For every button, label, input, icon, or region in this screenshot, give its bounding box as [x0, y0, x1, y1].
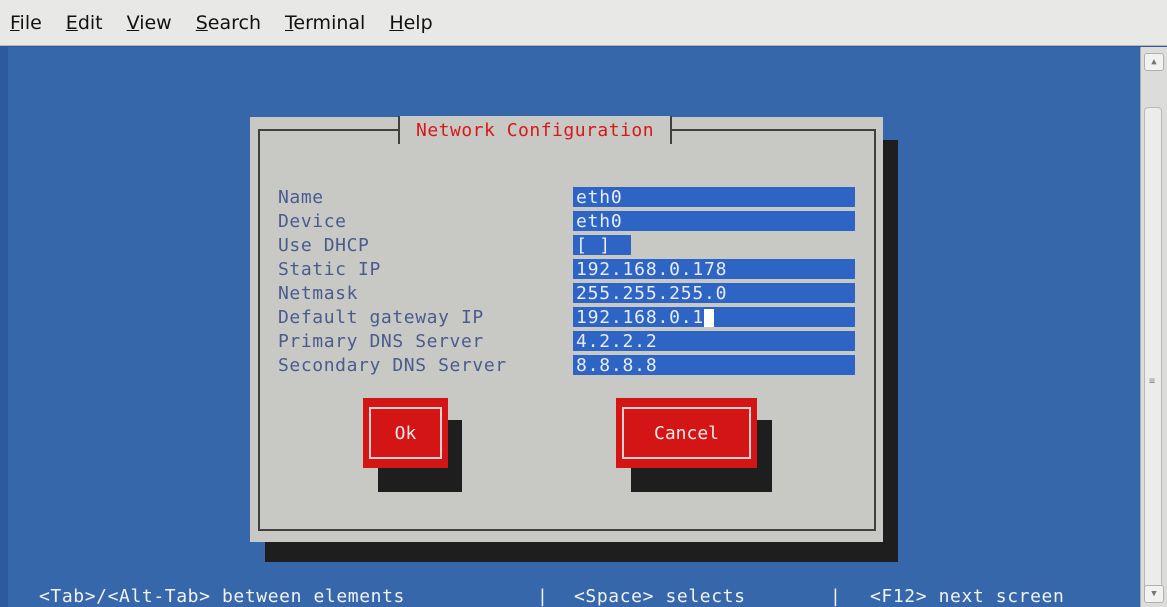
ok-button[interactable]: Ok: [363, 398, 448, 468]
name-value: eth0: [576, 187, 623, 208]
menu-view[interactable]: View: [127, 12, 172, 34]
cancel-button-label: Cancel: [653, 422, 720, 444]
label-use-dhcp: Use DHCP: [278, 235, 370, 256]
name-field[interactable]: eth0: [573, 187, 855, 209]
label-name: Name: [278, 187, 324, 208]
ok-button-label: Ok: [394, 422, 417, 444]
menu-file[interactable]: File: [10, 12, 42, 34]
hint-separator-1: |: [537, 586, 549, 607]
primary-dns-field[interactable]: 4.2.2.2: [573, 331, 855, 353]
use-dhcp-checkbox[interactable]: [ ]: [573, 235, 631, 257]
netmask-field[interactable]: 255.255.255.0: [573, 283, 855, 305]
hint-navigate: <Tab>/<Alt-Tab> between elements: [39, 586, 405, 607]
netmask-value: 255.255.255.0: [576, 283, 728, 304]
secondary-dns-field[interactable]: 8.8.8.8: [573, 355, 855, 377]
label-static-ip: Static IP: [278, 259, 381, 280]
cancel-button-frame: Cancel: [622, 407, 751, 459]
scroll-down-arrow-icon[interactable]: ▼: [1144, 585, 1164, 603]
dialog-title-container: Network Configuration: [398, 116, 673, 144]
hint-select: <Space> selects: [574, 586, 746, 607]
ok-button-frame: Ok: [369, 407, 442, 459]
static-ip-value: 192.168.0.178: [576, 259, 728, 280]
label-secondary-dns: Secondary DNS Server: [278, 355, 507, 376]
menu-bar: File Edit View Search Terminal Help: [0, 0, 1167, 46]
device-value: eth0: [576, 211, 623, 232]
hint-next-screen: <F12> next screen: [870, 586, 1065, 607]
static-ip-field[interactable]: 192.168.0.178: [573, 259, 855, 281]
dialog-title: Network Configuration: [416, 119, 655, 141]
default-gateway-field[interactable]: 192.168.0.1: [573, 307, 855, 329]
text-cursor: [704, 309, 715, 327]
primary-dns-value: 4.2.2.2: [576, 331, 658, 352]
scroll-thumb[interactable]: ≡: [1144, 107, 1162, 597]
dhcp-checkbox-value: [ ]: [576, 235, 611, 256]
secondary-dns-value: 8.8.8.8: [576, 355, 658, 376]
scroll-up-arrow-icon[interactable]: ▲: [1144, 53, 1164, 71]
cancel-button[interactable]: Cancel: [616, 398, 757, 468]
label-primary-dns: Primary DNS Server: [278, 331, 484, 352]
vertical-scrollbar[interactable]: ▲ ≡ ▼: [1140, 47, 1167, 607]
grip-icon: ≡: [1149, 376, 1156, 387]
default-gateway-value: 192.168.0.1: [576, 307, 705, 328]
menu-search[interactable]: Search: [196, 12, 261, 34]
field-labels: Name Device Use DHCP Static IP Netmask D…: [278, 186, 507, 378]
device-field[interactable]: eth0: [573, 211, 855, 233]
hint-separator-2: |: [830, 586, 842, 607]
key-hints-bar: <Tab>/<Alt-Tab> between elements | <Spac…: [8, 582, 1140, 607]
menu-terminal[interactable]: Terminal: [285, 12, 365, 34]
label-netmask: Netmask: [278, 283, 359, 304]
label-device: Device: [278, 211, 347, 232]
label-default-gateway: Default gateway IP: [278, 307, 484, 328]
menu-help[interactable]: Help: [389, 12, 432, 34]
menu-edit[interactable]: Edit: [66, 12, 103, 34]
